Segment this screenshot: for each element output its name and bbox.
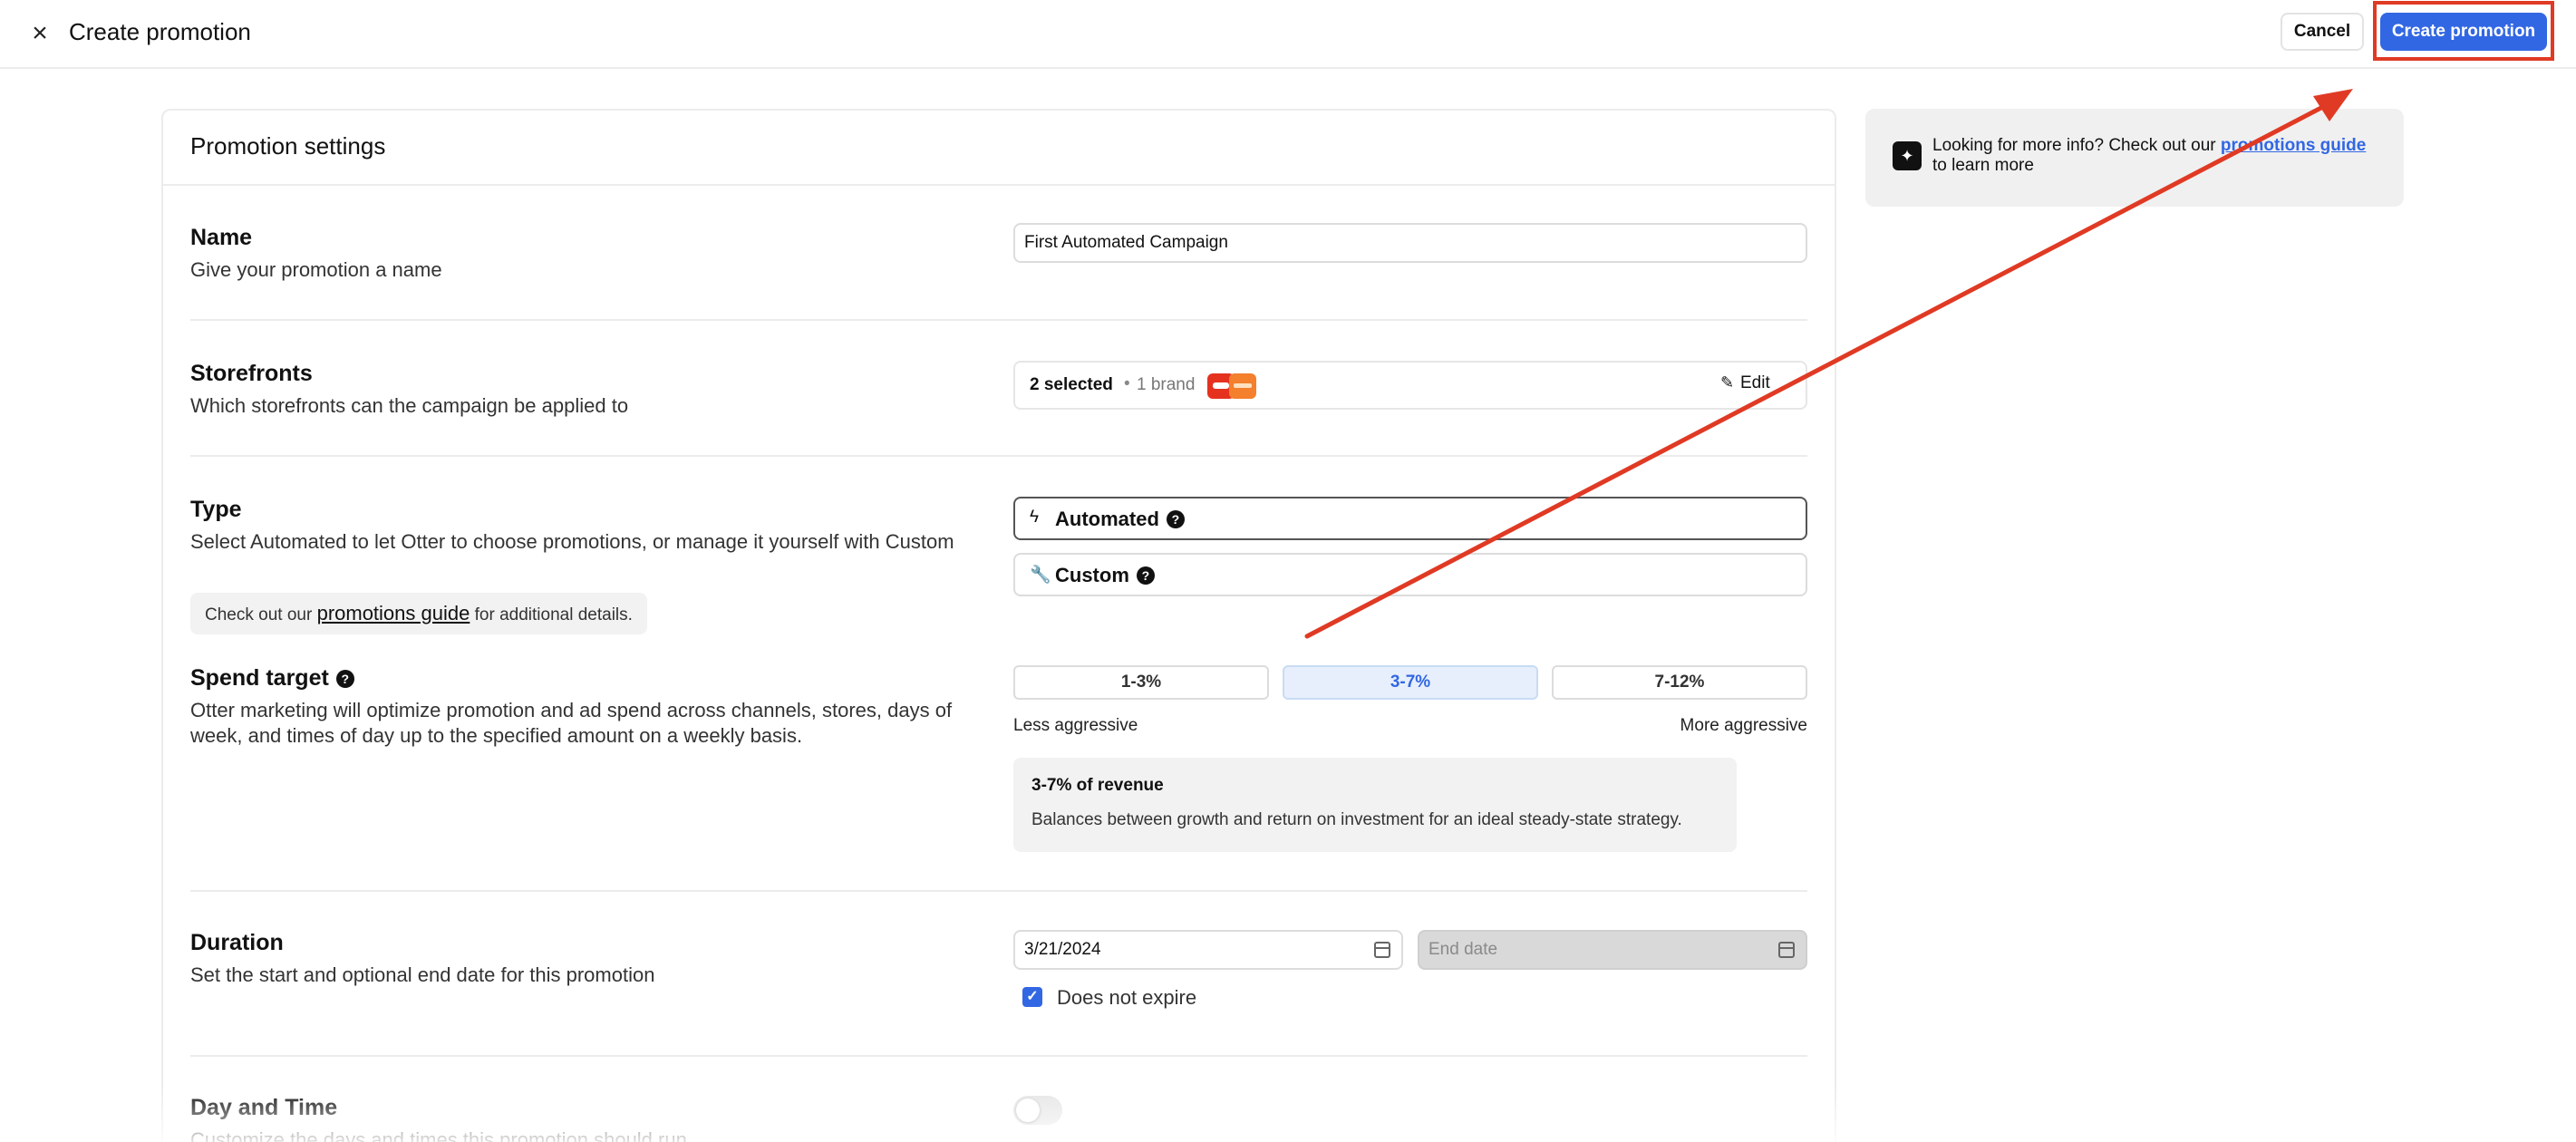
storefront-selector[interactable]: 2 selected • 1 brand ✎ Edit	[1013, 361, 1807, 410]
divider	[190, 890, 1807, 892]
spend-option-7-12[interactable]: 7-12%	[1552, 665, 1807, 700]
spend-target-text: Spend target	[190, 665, 329, 691]
duration-label: Duration	[190, 930, 284, 955]
spend-option-3-7[interactable]: 3-7%	[1283, 665, 1538, 700]
end-date-input[interactable]: End date	[1418, 930, 1807, 970]
name-input[interactable]	[1013, 223, 1807, 263]
close-icon[interactable]: ×	[24, 17, 56, 50]
more-aggressive-label: More aggressive	[1680, 716, 1807, 735]
card-title: Promotion settings	[190, 132, 386, 160]
pencil-icon: ✎	[1720, 373, 1735, 392]
promotions-guide-link[interactable]: promotions guide	[317, 602, 470, 624]
info-panel: ✦ Looking for more info? Check out our p…	[1865, 109, 2404, 207]
help-icon[interactable]: ?	[1136, 566, 1155, 585]
day-time-label: Day and Time	[190, 1095, 338, 1120]
wrench-icon: 🔧	[1030, 566, 1051, 585]
day-time-toggle[interactable]	[1013, 1096, 1062, 1125]
type-option-label: Custom	[1055, 564, 1129, 586]
brand-count: 1 brand	[1137, 375, 1196, 394]
spend-info-title: 3-7% of revenue	[1031, 776, 1164, 795]
guide-suffix: for additional details.	[474, 605, 633, 624]
promotions-guide-link[interactable]: promotions guide	[2221, 136, 2366, 155]
info-panel-text: Looking for more info? Check out our pro…	[1932, 136, 2377, 176]
help-icon[interactable]: ?	[335, 670, 354, 688]
guide-chip: Check out our promotions guide for addit…	[190, 593, 647, 634]
info-prefix: Looking for more info? Check out our	[1932, 136, 2216, 155]
info-suffix: to learn more	[1932, 156, 2034, 175]
name-description: Give your promotion a name	[190, 258, 442, 281]
start-date-value: 3/21/2024	[1024, 940, 1101, 959]
edit-label: Edit	[1740, 373, 1770, 392]
type-label: Type	[190, 497, 242, 522]
day-time-description: Customize the days and times this promot…	[190, 1128, 687, 1142]
spend-target-label: Spend target?	[190, 665, 354, 692]
spend-info-box: 3-7% of revenue Balances between growth …	[1013, 758, 1737, 852]
top-bar: × Create promotion Cancel Create promoti…	[0, 0, 2576, 69]
sparkle-icon: ✦	[1893, 141, 1922, 170]
selected-count: 2 selected	[1030, 375, 1113, 394]
spend-info-text: Balances between growth and return on in…	[1031, 810, 1682, 829]
storefronts-label: Storefronts	[190, 361, 313, 386]
spend-target-description: Otter marketing will optimize promotion …	[190, 699, 953, 747]
start-date-input[interactable]: 3/21/2024	[1013, 930, 1403, 970]
edit-storefronts-button[interactable]: ✎ Edit	[1720, 373, 1770, 399]
calendar-icon[interactable]	[1374, 942, 1390, 958]
help-icon[interactable]: ?	[1166, 510, 1185, 528]
less-aggressive-label: Less aggressive	[1013, 716, 1138, 735]
divider	[190, 455, 1807, 457]
duration-description: Set the start and optional end date for …	[190, 963, 655, 986]
type-option-automated[interactable]: ϟ Automated?	[1013, 497, 1807, 540]
type-option-label: Automated	[1055, 508, 1159, 530]
cancel-button[interactable]: Cancel	[2281, 13, 2364, 51]
calendar-icon[interactable]	[1778, 942, 1795, 958]
spend-option-1-3[interactable]: 1-3%	[1013, 665, 1269, 700]
bullet-separator: •	[1124, 374, 1130, 393]
name-label: Name	[190, 225, 253, 250]
does-not-expire-label: Does not expire	[1057, 986, 1197, 1009]
guide-prefix: Check out our	[205, 605, 313, 624]
create-promotion-button[interactable]: Create promotion	[2380, 13, 2547, 51]
type-option-custom[interactable]: 🔧 Custom?	[1013, 553, 1807, 596]
end-date-placeholder: End date	[1428, 940, 1498, 959]
storefronts-description: Which storefronts can the campaign be ap…	[190, 394, 629, 417]
bolt-icon: ϟ	[1030, 508, 1040, 527]
type-description: Select Automated to let Otter to choose …	[190, 530, 954, 553]
divider	[163, 184, 1835, 186]
divider	[190, 1055, 1807, 1057]
page-title: Create promotion	[69, 18, 251, 45]
brand-logo-icon	[1229, 373, 1256, 399]
does-not-expire-checkbox[interactable]: ✓	[1022, 987, 1042, 1007]
divider	[190, 319, 1807, 321]
